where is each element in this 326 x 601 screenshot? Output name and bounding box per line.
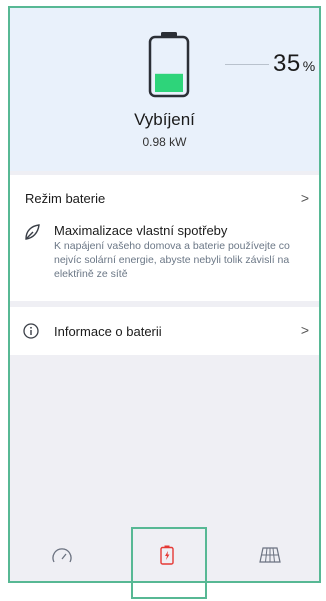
battery-status-panel: 35% Vybíjení 0.98 kW bbox=[10, 8, 319, 171]
chevron-right-icon: > bbox=[300, 322, 309, 338]
battery-state-label: Vybíjení bbox=[134, 110, 195, 129]
battery-mode-title: Režim baterie bbox=[25, 191, 106, 206]
speedometer-icon bbox=[52, 548, 72, 563]
nav-battery[interactable] bbox=[120, 533, 216, 581]
nav-solar[interactable] bbox=[224, 533, 319, 581]
chevron-right-icon: > bbox=[300, 190, 309, 206]
solar-panel-icon bbox=[259, 547, 281, 563]
battery-percent: 35% bbox=[273, 50, 316, 78]
battery-mode-name: Maximalizace vlastní spotřeby bbox=[54, 223, 228, 238]
battery-info-row[interactable]: Informace o baterii > bbox=[10, 307, 319, 355]
leaf-icon bbox=[25, 224, 40, 240]
app-frame: 35% Vybíjení 0.98 kW Režim baterie > Max… bbox=[8, 6, 321, 583]
bottom-navigation bbox=[10, 533, 319, 581]
battery-fill bbox=[155, 73, 183, 92]
level-indicator-line bbox=[225, 64, 269, 65]
battery-mode-description: K napájení vašeho domova a baterie použí… bbox=[54, 240, 290, 280]
battery-level-icon bbox=[148, 32, 190, 98]
info-icon bbox=[23, 323, 39, 339]
battery-percent-value: 35 bbox=[273, 50, 301, 77]
battery-percent-unit: % bbox=[302, 58, 316, 74]
battery-icon bbox=[160, 545, 174, 565]
battery-mode-card[interactable]: Režim baterie > Maximalizace vlastní spo… bbox=[10, 175, 319, 301]
battery-info-label: Informace o baterii bbox=[54, 324, 162, 339]
nav-dashboard[interactable] bbox=[16, 533, 112, 581]
battery-power: 0.98 kW bbox=[142, 135, 187, 149]
